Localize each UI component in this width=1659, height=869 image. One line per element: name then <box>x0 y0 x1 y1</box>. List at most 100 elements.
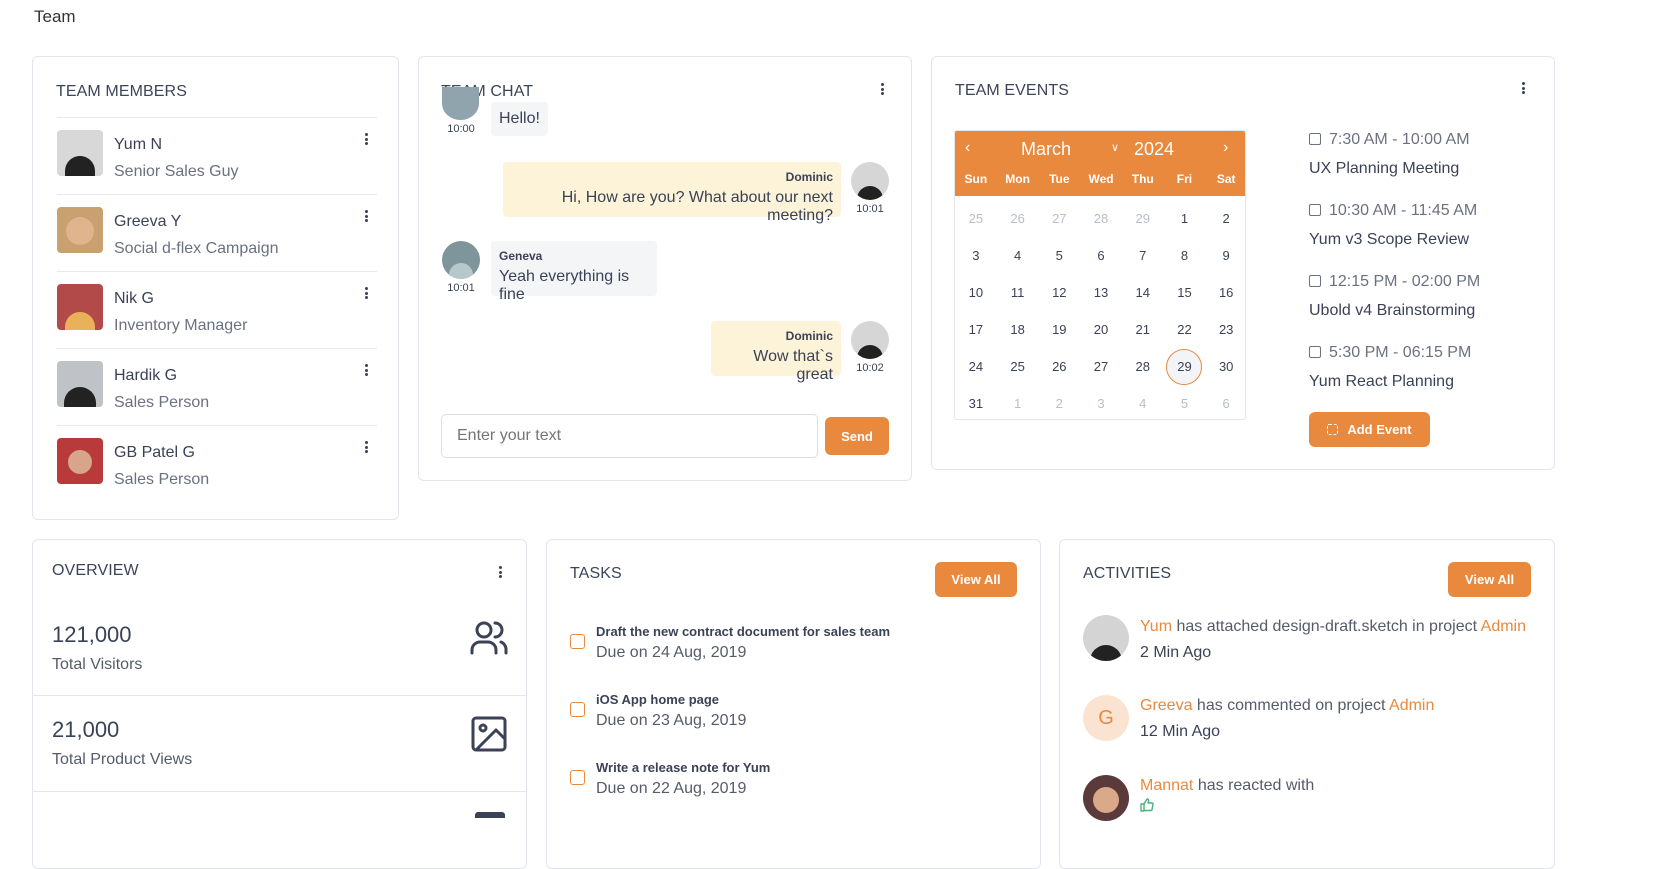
activity-project-link[interactable]: Admin <box>1389 697 1434 714</box>
calendar-day[interactable]: 2 <box>1038 396 1080 411</box>
more-options-icon[interactable] <box>359 439 373 455</box>
calendar-day[interactable]: 31 <box>955 396 997 411</box>
calendar-year[interactable]: 2024 <box>1134 139 1174 160</box>
calendar-day[interactable]: 6 <box>1205 396 1245 411</box>
calendar-day[interactable]: 26 <box>997 211 1039 226</box>
task-name[interactable]: Write a release note for Yum <box>596 760 770 775</box>
calendar-day[interactable]: 29 <box>1164 349 1206 385</box>
calendar: ‹ March ∨ 2024 › Sun Mon Tue Wed Thu Fri… <box>954 130 1246 420</box>
calendar-day[interactable]: 16 <box>1205 285 1245 300</box>
calendar-week-row: 10 11 12 13 14 15 16 <box>955 285 1245 300</box>
chevron-right-icon[interactable]: › <box>1223 139 1228 157</box>
calendar-day[interactable]: 18 <box>997 322 1039 337</box>
tasks-title: TASKS <box>570 565 622 582</box>
calendar-day[interactable]: 1 <box>1164 211 1206 226</box>
image-icon <box>471 716 507 752</box>
calendar-day[interactable]: 17 <box>955 322 997 337</box>
event-name[interactable]: Yum React Planning <box>1309 373 1454 391</box>
avatar <box>442 87 479 120</box>
calendar-day[interactable]: 14 <box>1122 285 1164 300</box>
calendar-day[interactable]: 24 <box>955 359 997 385</box>
task-checkbox[interactable] <box>570 770 585 785</box>
calendar-day[interactable]: 25 <box>955 211 997 226</box>
event-time: 7:30 AM - 10:00 AM <box>1309 131 1470 149</box>
stat-value: 121,000 <box>52 622 132 647</box>
calendar-day[interactable]: 23 <box>1205 322 1245 337</box>
calendar-day[interactable]: 7 <box>1122 248 1164 263</box>
more-options-icon[interactable] <box>493 564 507 580</box>
chevron-left-icon[interactable]: ‹ <box>965 139 970 157</box>
calendar-day[interactable]: 26 <box>1038 359 1080 385</box>
more-options-icon[interactable] <box>359 362 373 378</box>
tasks-view-all-button[interactable]: View All <box>935 562 1017 597</box>
activity-user-link[interactable]: Greeva <box>1140 697 1192 714</box>
member-item[interactable]: Yum N Senior Sales Guy <box>57 117 377 195</box>
weekday-label: Tue <box>1049 172 1070 186</box>
calendar-day[interactable]: 28 <box>1080 211 1122 226</box>
activities-view-all-button[interactable]: View All <box>1448 562 1531 597</box>
calendar-day[interactable]: 4 <box>1122 396 1164 411</box>
calendar-day[interactable]: 13 <box>1080 285 1122 300</box>
member-item[interactable]: GB Patel G Sales Person <box>57 425 377 503</box>
activity-time: 2 Min Ago <box>1140 644 1212 661</box>
event-time-text: 12:15 PM - 02:00 PM <box>1329 273 1481 290</box>
calendar-day[interactable]: 12 <box>1038 285 1080 300</box>
users-icon <box>470 621 508 655</box>
calendar-day[interactable]: 3 <box>1080 396 1122 411</box>
calendar-day[interactable]: 27 <box>1080 359 1122 385</box>
calendar-day[interactable]: 29 <box>1122 211 1164 226</box>
task-checkbox[interactable] <box>570 702 585 717</box>
calendar-day[interactable]: 5 <box>1164 396 1206 411</box>
calendar-month[interactable]: March <box>1021 139 1071 160</box>
event-name[interactable]: UX Planning Meeting <box>1309 160 1459 178</box>
calendar-day[interactable]: 2 <box>1205 211 1245 226</box>
activity-user-link[interactable]: Mannat <box>1140 777 1193 794</box>
more-options-icon[interactable] <box>359 131 373 147</box>
member-item[interactable]: Hardik G Sales Person <box>57 348 377 426</box>
more-options-icon[interactable] <box>1516 80 1530 96</box>
weekday-label: Sat <box>1216 172 1236 186</box>
selected-day[interactable]: 29 <box>1166 349 1203 385</box>
activity-user-link[interactable]: Yum <box>1140 618 1172 635</box>
calendar-day[interactable]: 28 <box>1122 359 1164 385</box>
calendar-day[interactable]: 20 <box>1080 322 1122 337</box>
calendar-day[interactable]: 30 <box>1205 359 1245 385</box>
chat-input[interactable] <box>441 414 818 458</box>
more-options-icon[interactable] <box>875 81 889 97</box>
task-checkbox[interactable] <box>570 634 585 649</box>
more-options-icon[interactable] <box>359 208 373 224</box>
add-event-label: Add Event <box>1347 422 1412 437</box>
calendar-day[interactable]: 22 <box>1164 322 1206 337</box>
calendar-day[interactable]: 8 <box>1164 248 1206 263</box>
chevron-down-icon[interactable]: ∨ <box>1111 141 1119 154</box>
calendar-day[interactable]: 25 <box>997 359 1039 385</box>
calendar-icon <box>1309 275 1321 287</box>
calendar-day[interactable]: 15 <box>1164 285 1206 300</box>
calendar-day[interactable]: 3 <box>955 248 997 263</box>
calendar-day[interactable]: 21 <box>1122 322 1164 337</box>
calendar-day[interactable]: 11 <box>997 285 1039 300</box>
event-name[interactable]: Ubold v4 Brainstorming <box>1309 302 1475 320</box>
calendar-day[interactable]: 1 <box>997 396 1039 411</box>
activity-body: has commented on project <box>1192 697 1390 714</box>
member-item[interactable]: Greeva Y Social d-flex Campaign <box>57 194 377 272</box>
calendar-day[interactable]: 6 <box>1080 248 1122 263</box>
calendar-day[interactable]: 19 <box>1038 322 1080 337</box>
calendar-day[interactable]: 10 <box>955 285 997 300</box>
member-item[interactable]: Nik G Inventory Manager <box>57 271 377 349</box>
team-members-title: TEAM MEMBERS <box>56 83 187 100</box>
calendar-day[interactable]: 27 <box>1038 211 1080 226</box>
event-name[interactable]: Yum v3 Scope Review <box>1309 231 1469 249</box>
activity-text: Yum has attached design-draft.sketch in … <box>1140 618 1526 636</box>
task-name[interactable]: Draft the new contract document for sale… <box>596 624 890 639</box>
activity-project-link[interactable]: Admin <box>1481 618 1526 635</box>
avatar <box>57 284 103 330</box>
member-name: Hardik G <box>114 367 178 384</box>
calendar-day[interactable]: 5 <box>1038 248 1080 263</box>
more-options-icon[interactable] <box>359 285 373 301</box>
task-name[interactable]: iOS App home page <box>596 692 719 707</box>
send-button[interactable]: Send <box>825 417 889 455</box>
calendar-day[interactable]: 9 <box>1205 248 1245 263</box>
calendar-day[interactable]: 4 <box>997 248 1039 263</box>
add-event-button[interactable]: Add Event <box>1309 412 1430 447</box>
